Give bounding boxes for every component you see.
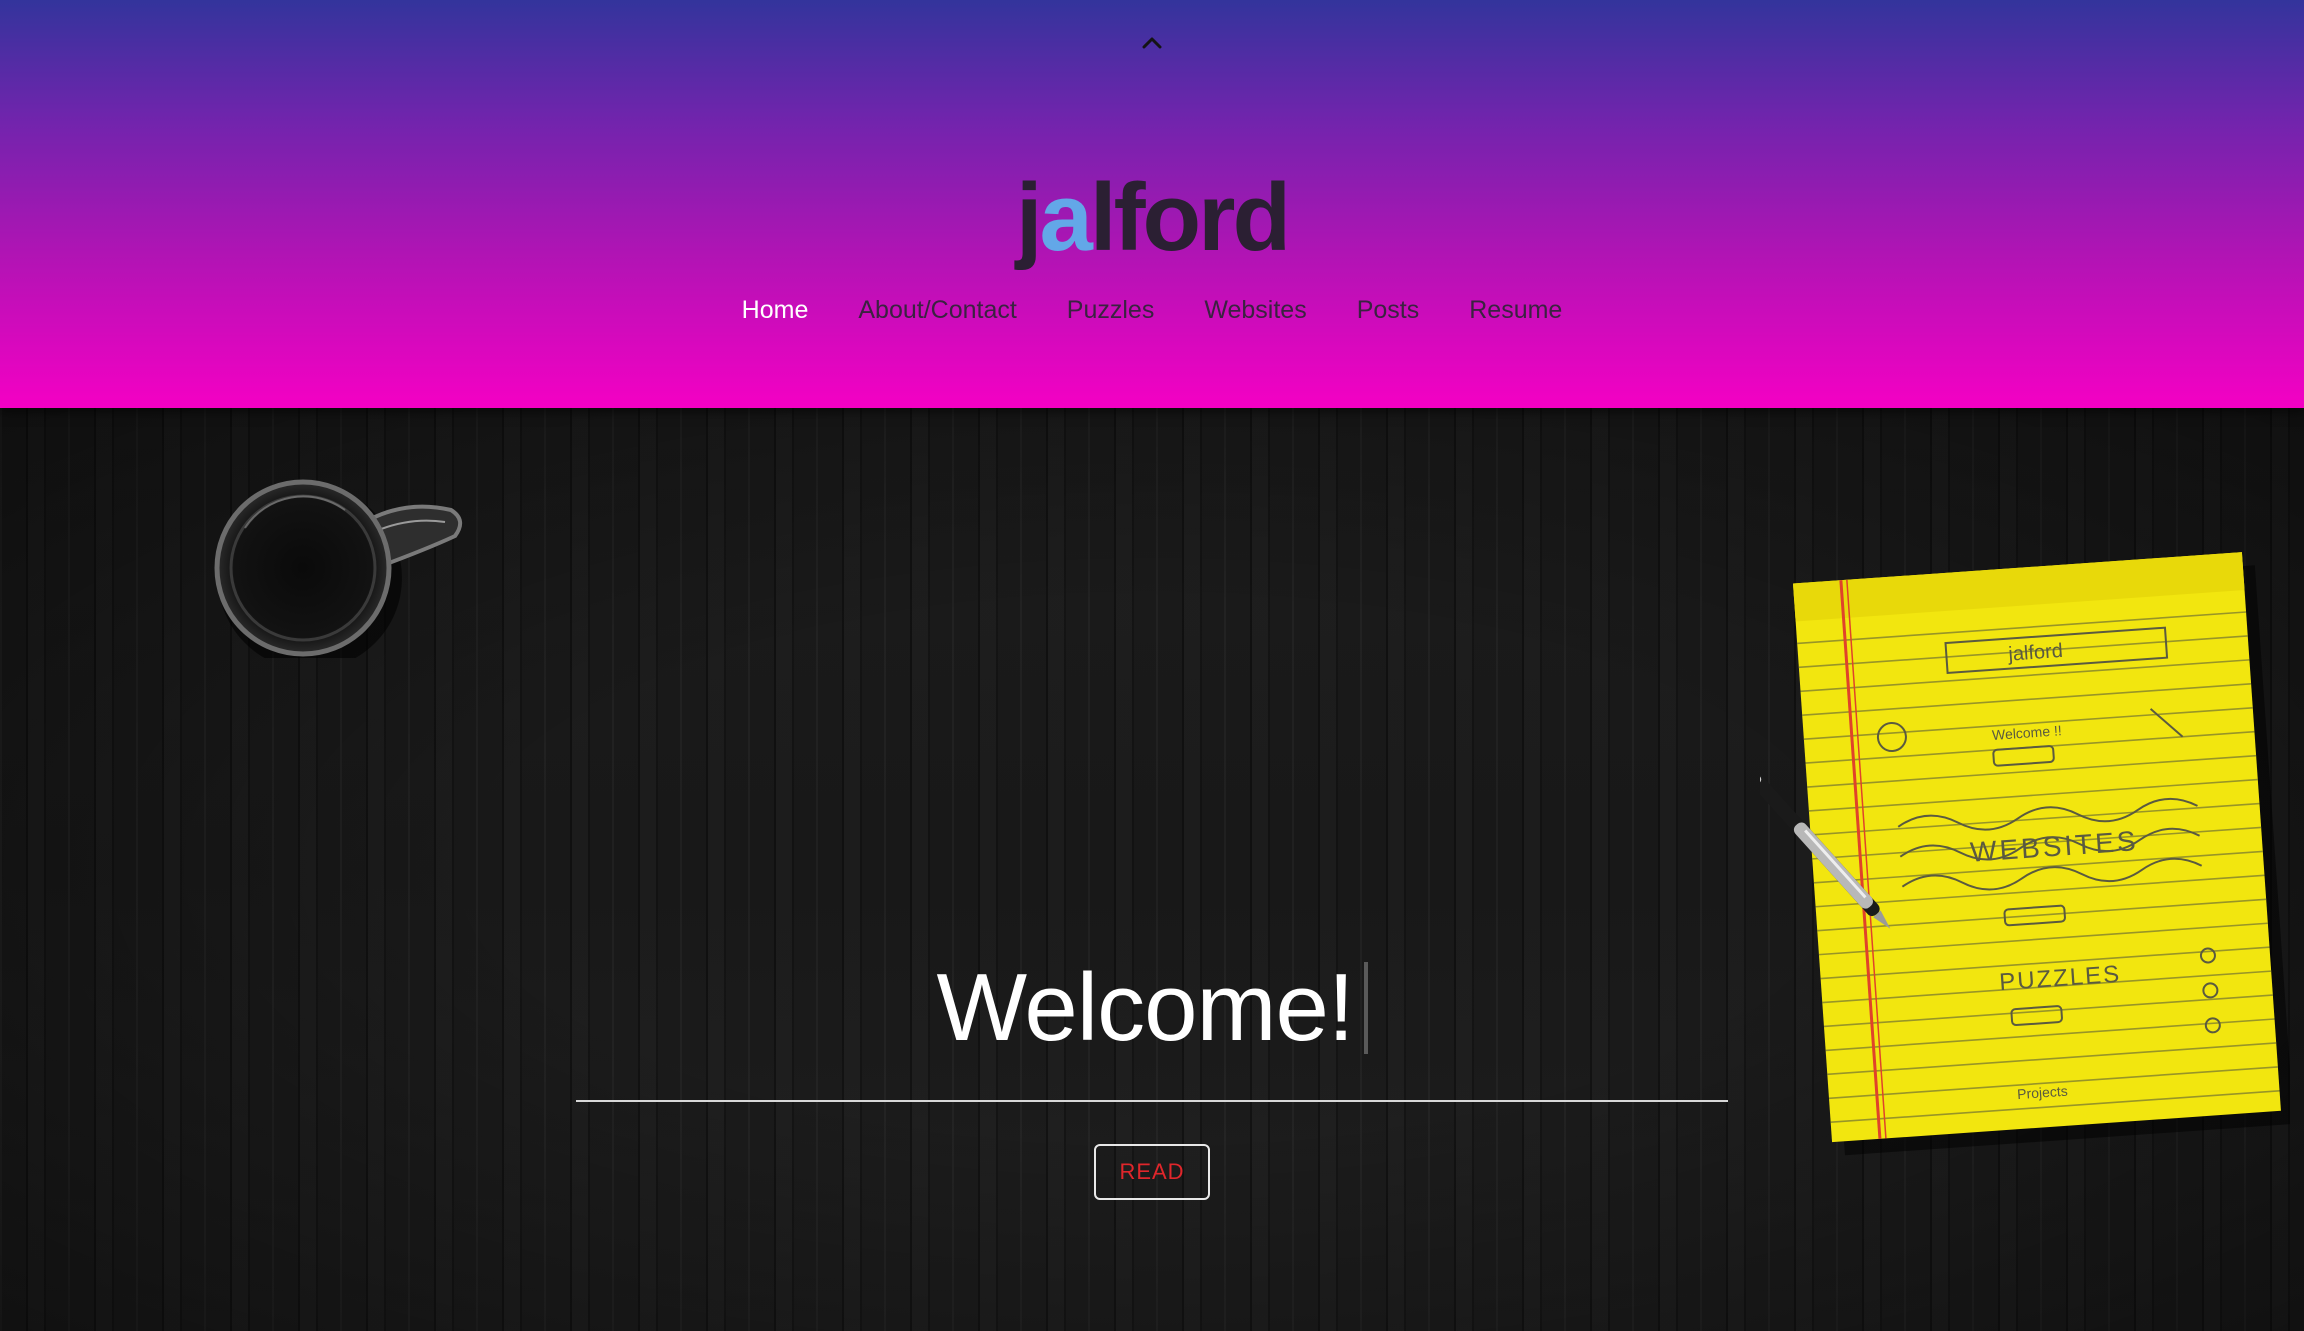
collapse-header-button[interactable] <box>1132 34 1172 62</box>
nav-posts[interactable]: Posts <box>1357 296 1420 325</box>
typing-cursor <box>1363 962 1368 1054</box>
welcome-heading: Welcome! <box>0 948 2304 1068</box>
chevron-up-icon <box>1142 37 1162 49</box>
nav-about-contact[interactable]: About/Contact <box>858 296 1016 325</box>
nav-resume[interactable]: Resume <box>1469 296 1562 325</box>
hero-section: jalford Welcome !! WEBSITES PUZZLES Proj… <box>0 408 2304 1331</box>
site-logo[interactable]: jalford <box>0 158 2304 278</box>
site-header: jalford Home About/Contact Puzzles Websi… <box>0 0 2304 408</box>
read-button[interactable]: READ <box>1094 1144 1210 1200</box>
welcome-text: Welcome! <box>936 954 1354 1061</box>
nav-puzzles[interactable]: Puzzles <box>1067 296 1155 325</box>
logo-accent: a <box>1039 164 1093 271</box>
coffee-mug-image <box>214 479 463 658</box>
nav-websites[interactable]: Websites <box>1204 296 1306 325</box>
logo-prefix: j <box>1015 164 1043 271</box>
logo-suffix: lford <box>1089 164 1291 271</box>
hero-divider <box>576 1100 1728 1102</box>
svg-text:jalford: jalford <box>2007 640 2064 666</box>
main-nav: Home About/Contact Puzzles Websites Post… <box>0 288 2304 332</box>
nav-home[interactable]: Home <box>742 296 809 325</box>
